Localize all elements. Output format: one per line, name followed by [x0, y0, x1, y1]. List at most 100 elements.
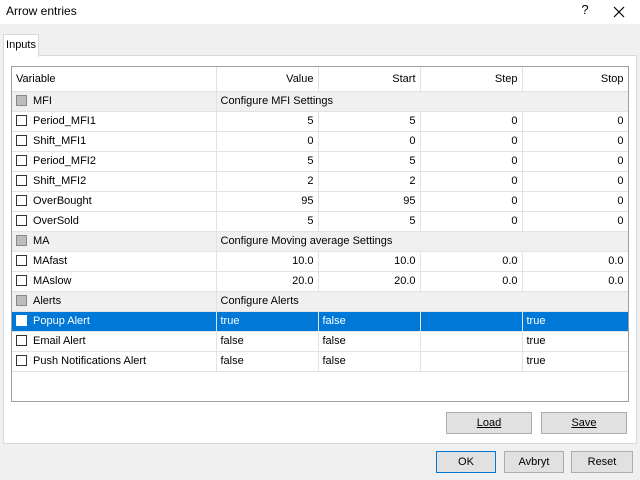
- stop-cell[interactable]: true: [522, 331, 628, 352]
- row-checkbox[interactable]: [16, 195, 27, 206]
- close-button[interactable]: [610, 3, 628, 21]
- value-cell[interactable]: 5: [216, 211, 319, 232]
- group-row[interactable]: MA Configure Moving average Settings: [12, 231, 628, 252]
- value-cell[interactable]: 20.0: [216, 271, 319, 292]
- variable-cell[interactable]: MAslow: [12, 271, 217, 292]
- column-header-value[interactable]: Value: [216, 67, 319, 92]
- row-checkbox[interactable]: [16, 235, 27, 246]
- variable-cell[interactable]: Alerts: [12, 291, 217, 312]
- load-button[interactable]: Load: [446, 412, 532, 434]
- variable-cell[interactable]: MFI: [12, 91, 217, 112]
- stop-cell[interactable]: 0: [522, 211, 628, 232]
- start-cell[interactable]: 5: [318, 151, 421, 172]
- table-row[interactable]: OverSold 5 5 0 0: [12, 211, 628, 232]
- value-cell[interactable]: 2: [216, 171, 319, 192]
- value-cell[interactable]: 0: [216, 131, 319, 152]
- column-header-step[interactable]: Step: [420, 67, 523, 92]
- row-checkbox[interactable]: [16, 355, 27, 366]
- column-header-variable[interactable]: Variable: [12, 67, 217, 92]
- variable-cell[interactable]: Shift_MFI1: [12, 131, 217, 152]
- table-row[interactable]: Period_MFI2 5 5 0 0: [12, 151, 628, 172]
- table-row[interactable]: Period_MFI1 5 5 0 0: [12, 111, 628, 132]
- variable-cell[interactable]: Email Alert: [12, 331, 217, 352]
- value-cell[interactable]: 95: [216, 191, 319, 212]
- help-button[interactable]: ?: [578, 2, 592, 20]
- table-row[interactable]: OverBought 95 95 0 0: [12, 191, 628, 212]
- step-cell[interactable]: 0.0: [420, 271, 523, 292]
- variable-cell[interactable]: Shift_MFI2: [12, 171, 217, 192]
- variable-cell[interactable]: MA: [12, 231, 217, 252]
- cancel-button[interactable]: Avbryt: [504, 451, 564, 473]
- row-checkbox[interactable]: [16, 155, 27, 166]
- start-cell[interactable]: 20.0: [318, 271, 421, 292]
- row-checkbox[interactable]: [16, 175, 27, 186]
- start-cell[interactable]: false: [318, 331, 421, 352]
- start-cell[interactable]: 2: [318, 171, 421, 192]
- table-row[interactable]: Email Alert false false true: [12, 331, 628, 352]
- value-cell[interactable]: true: [216, 311, 319, 332]
- step-cell[interactable]: 0.0: [420, 251, 523, 272]
- start-cell[interactable]: false: [318, 311, 421, 332]
- row-checkbox[interactable]: [16, 295, 27, 306]
- value-cell[interactable]: false: [216, 351, 319, 372]
- row-checkbox[interactable]: [16, 335, 27, 346]
- variable-cell[interactable]: Push Notifications Alert: [12, 351, 217, 372]
- step-cell[interactable]: [420, 331, 523, 352]
- table-row[interactable]: MAfast 10.0 10.0 0.0 0.0: [12, 251, 628, 272]
- stop-cell[interactable]: 0: [522, 131, 628, 152]
- step-cell[interactable]: [420, 311, 523, 332]
- stop-cell[interactable]: 0.0: [522, 271, 628, 292]
- step-cell[interactable]: 0: [420, 131, 523, 152]
- start-cell[interactable]: 0: [318, 131, 421, 152]
- stop-cell[interactable]: 0: [522, 171, 628, 192]
- table-row[interactable]: Shift_MFI2 2 2 0 0: [12, 171, 628, 192]
- row-checkbox[interactable]: [16, 95, 27, 106]
- stop-cell[interactable]: 0.0: [522, 251, 628, 272]
- variable-cell[interactable]: OverSold: [12, 211, 217, 232]
- table-row[interactable]: Popup Alert true false true: [12, 311, 628, 332]
- table-row[interactable]: Push Notifications Alert false false true: [12, 351, 628, 372]
- variable-cell[interactable]: Period_MFI1: [12, 111, 217, 132]
- step-cell[interactable]: 0: [420, 171, 523, 192]
- column-header-stop[interactable]: Stop: [522, 67, 628, 92]
- tab-inputs[interactable]: Inputs: [3, 34, 39, 57]
- row-checkbox[interactable]: [16, 215, 27, 226]
- variable-cell[interactable]: OverBought: [12, 191, 217, 212]
- column-header-start[interactable]: Start: [318, 67, 421, 92]
- variable-cell[interactable]: Popup Alert: [12, 311, 217, 332]
- table-row[interactable]: Shift_MFI1 0 0 0 0: [12, 131, 628, 152]
- value-cell[interactable]: 10.0: [216, 251, 319, 272]
- stop-cell[interactable]: true: [522, 311, 628, 332]
- start-cell[interactable]: 5: [318, 111, 421, 132]
- variable-cell[interactable]: Period_MFI2: [12, 151, 217, 172]
- reset-button[interactable]: Reset: [571, 451, 633, 473]
- stop-cell[interactable]: 0: [522, 191, 628, 212]
- group-row[interactable]: Alerts Configure Alerts: [12, 291, 628, 312]
- group-row[interactable]: MFI Configure MFI Settings: [12, 91, 628, 112]
- table-row[interactable]: MAslow 20.0 20.0 0.0 0.0: [12, 271, 628, 292]
- stop-cell[interactable]: 0: [522, 111, 628, 132]
- step-cell[interactable]: 0: [420, 191, 523, 212]
- start-cell[interactable]: 95: [318, 191, 421, 212]
- value-cell[interactable]: 5: [216, 151, 319, 172]
- start-cell[interactable]: 10.0: [318, 251, 421, 272]
- step-cell[interactable]: 0: [420, 111, 523, 132]
- stop-cell[interactable]: true: [522, 351, 628, 372]
- start-cell[interactable]: false: [318, 351, 421, 372]
- row-checkbox[interactable]: [16, 275, 27, 286]
- row-checkbox[interactable]: [16, 315, 27, 326]
- variable-cell[interactable]: MAfast: [12, 251, 217, 272]
- save-button[interactable]: Save: [541, 412, 627, 434]
- step-cell[interactable]: [420, 351, 523, 372]
- row-checkbox[interactable]: [16, 135, 27, 146]
- ok-button[interactable]: OK: [436, 451, 496, 473]
- step-cell[interactable]: 0: [420, 151, 523, 172]
- start-cell[interactable]: 5: [318, 211, 421, 232]
- value-cell[interactable]: 5: [216, 111, 319, 132]
- inputs-grid[interactable]: Variable Value Start Step Stop MFI Config…: [11, 66, 629, 402]
- row-checkbox[interactable]: [16, 115, 27, 126]
- value-cell[interactable]: false: [216, 331, 319, 352]
- step-cell[interactable]: 0: [420, 211, 523, 232]
- row-checkbox[interactable]: [16, 255, 27, 266]
- stop-cell[interactable]: 0: [522, 151, 628, 172]
